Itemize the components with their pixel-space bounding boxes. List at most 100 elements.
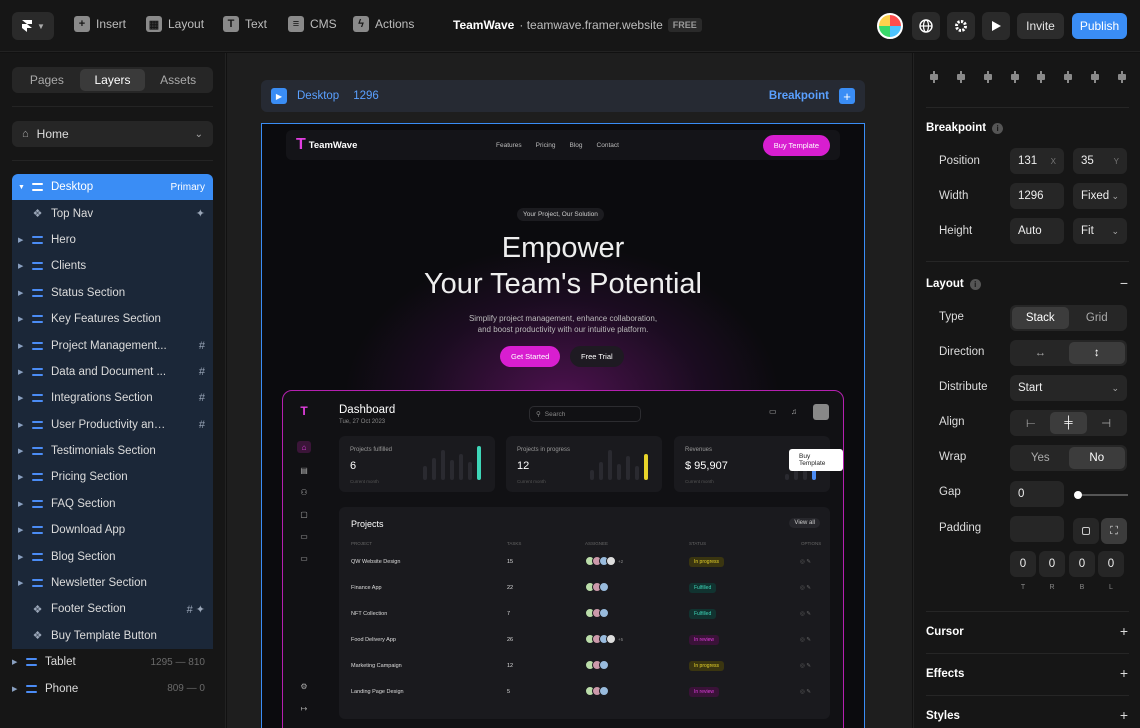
cursor-section-header[interactable]: Cursor	[926, 626, 964, 638]
nav-link-features[interactable]: Features	[496, 142, 522, 149]
view-all-link[interactable]: View all	[789, 518, 820, 528]
row-options-icons[interactable]: ◎ ✎	[800, 689, 811, 695]
tab-assets[interactable]: Assets	[145, 69, 211, 91]
table-row[interactable]: Marketing Campaign 12 In progress ◎ ✎	[351, 660, 821, 674]
layer-testimonials[interactable]: ▶ Testimonials Section	[12, 438, 213, 464]
table-row[interactable]: Finance App 22 Fulfilled ◎ ✎	[351, 582, 821, 596]
layer-faq[interactable]: ▶ FAQ Section	[12, 491, 213, 517]
desktop-frame[interactable]: T TeamWave Features Pricing Blog Contact …	[261, 123, 865, 728]
layout-button[interactable]: ▦ Layout	[146, 16, 204, 32]
row-options-icons[interactable]: ◎ ✎	[800, 663, 811, 669]
row-options-icons[interactable]: ◎ ✎	[800, 559, 811, 565]
collapse-layout-icon[interactable]: −	[1120, 275, 1128, 291]
get-started-button[interactable]: Get Started	[500, 346, 561, 367]
position-y-input[interactable]: 35 Y	[1073, 148, 1127, 174]
layer-hero[interactable]: ▶ Hero	[12, 227, 213, 253]
align-left-icon[interactable]	[928, 71, 940, 83]
distribute-select[interactable]: Start ⌄	[1010, 375, 1127, 401]
globe-button[interactable]	[912, 12, 940, 40]
type-grid-option[interactable]: Grid	[1069, 307, 1126, 329]
layer-phone[interactable]: ▶ Phone 809 — 0	[12, 675, 213, 701]
add-effect-icon[interactable]: +	[1120, 665, 1128, 681]
breakpoint-name[interactable]: Desktop	[297, 90, 339, 102]
row-options-icons[interactable]: ◎ ✎	[800, 637, 811, 643]
cms-button[interactable]: ≡ CMS	[288, 16, 337, 32]
height-mode-select[interactable]: Fit ⌄	[1073, 218, 1127, 244]
layer-data-document[interactable]: ▶ Data and Document ... #	[12, 359, 213, 385]
user-avatar[interactable]	[877, 13, 903, 39]
styles-section-header[interactable]: Styles	[926, 710, 960, 722]
direction-vertical-option[interactable]: ↕	[1068, 342, 1125, 364]
row-options-icons[interactable]: ◎ ✎	[800, 611, 811, 617]
padding-right-input[interactable]: 0	[1039, 551, 1065, 577]
add-style-icon[interactable]: +	[1120, 707, 1128, 723]
invite-button[interactable]: Invite	[1017, 13, 1064, 39]
padding-individual-button[interactable]: ⛶	[1101, 518, 1127, 544]
site-top-nav[interactable]: T TeamWave Features Pricing Blog Contact …	[286, 130, 840, 160]
wrap-no-option[interactable]: No	[1068, 447, 1125, 469]
align-end-option[interactable]: ⊣	[1087, 412, 1125, 434]
layer-newsletter[interactable]: ▶ Newsletter Section	[12, 570, 213, 596]
layer-status-section[interactable]: ▶ Status Section	[12, 280, 213, 306]
free-trial-button[interactable]: Free Trial	[570, 346, 624, 367]
padding-uniform-button[interactable]	[1073, 518, 1099, 544]
layer-download-app[interactable]: ▶ Download App	[12, 517, 213, 543]
width-mode-select[interactable]: Fixed ⌄	[1073, 183, 1127, 209]
layer-blog[interactable]: ▶ Blog Section	[12, 543, 213, 569]
tab-pages[interactable]: Pages	[14, 69, 80, 91]
site-title[interactable]: TeamWave · teamwave.framer.website FREE	[453, 18, 702, 32]
publish-button[interactable]: Publish	[1072, 13, 1127, 39]
row-options-icons[interactable]: ◎ ✎	[800, 585, 811, 591]
info-icon[interactable]: i	[969, 278, 981, 290]
layer-project-management[interactable]: ▶ Project Management... #	[12, 332, 213, 358]
dashboard-search[interactable]: ⚲ Search	[529, 406, 641, 422]
framer-menu-button[interactable]: ▼	[12, 12, 54, 40]
padding-input[interactable]	[1010, 516, 1064, 542]
padding-top-input[interactable]: 0	[1010, 551, 1036, 577]
align-start-option[interactable]: ⊢	[1012, 412, 1050, 434]
info-icon[interactable]: i	[992, 122, 1004, 134]
nav-link-contact[interactable]: Contact	[597, 142, 619, 149]
site-logo[interactable]: T TeamWave	[296, 136, 357, 154]
layer-buy-template-button[interactable]: ❖ Buy Template Button	[12, 623, 213, 649]
padding-bottom-input[interactable]: 0	[1069, 551, 1095, 577]
align-middle-icon[interactable]	[1035, 71, 1047, 83]
table-row[interactable]: Food Delivery App 26 +5 In review ◎ ✎	[351, 634, 821, 648]
add-cursor-icon[interactable]: +	[1120, 623, 1128, 639]
position-x-input[interactable]: 131 X	[1010, 148, 1064, 174]
layer-tablet[interactable]: ▶ Tablet 1295 — 810	[12, 649, 213, 675]
layer-key-features[interactable]: ▶ Key Features Section	[12, 306, 213, 332]
height-input[interactable]: Auto	[1010, 218, 1064, 244]
buy-template-tooltip[interactable]: Buy Template	[789, 449, 843, 471]
wrap-yes-option[interactable]: Yes	[1012, 447, 1069, 469]
nav-link-blog[interactable]: Blog	[570, 142, 583, 149]
layer-clients[interactable]: ▶ Clients	[12, 253, 213, 279]
align-bottom-icon[interactable]	[1062, 71, 1074, 83]
add-breakpoint-label[interactable]: Breakpoint	[769, 90, 829, 102]
align-right-icon[interactable]	[982, 71, 994, 83]
actions-button[interactable]: ϟ Actions	[353, 16, 414, 32]
page-selector[interactable]: ⌂ Home ⌄	[12, 121, 213, 147]
distribute-v-icon[interactable]	[1116, 71, 1128, 83]
plus-icon[interactable]: +	[839, 88, 855, 104]
padding-left-input[interactable]: 0	[1098, 551, 1124, 577]
buy-template-button[interactable]: Buy Template	[762, 134, 830, 156]
align-top-icon[interactable]	[1009, 71, 1021, 83]
layer-footer[interactable]: ❖ Footer Section # ✦	[12, 596, 213, 622]
width-input[interactable]: 1296	[1010, 183, 1064, 209]
canvas[interactable]: ▶ Desktop 1296 Breakpoint + T TeamWave Fe…	[227, 53, 912, 728]
layer-pricing[interactable]: ▶ Pricing Section	[12, 464, 213, 490]
table-row[interactable]: NFT Collection 7 Fulfilled ◎ ✎	[351, 608, 821, 622]
gap-slider[interactable]	[1074, 491, 1128, 499]
table-row[interactable]: Landing Page Design 5 In review ◎ ✎	[351, 686, 821, 700]
gap-input[interactable]: 0	[1010, 481, 1064, 507]
align-center-h-icon[interactable]	[955, 71, 967, 83]
nav-link-pricing[interactable]: Pricing	[536, 142, 556, 149]
layer-integrations[interactable]: ▶ Integrations Section #	[12, 385, 213, 411]
table-row[interactable]: QW Website Design 15 +2 In progress ◎ ✎	[351, 556, 821, 570]
layer-top-nav[interactable]: ❖ Top Nav ✦	[12, 200, 213, 226]
effects-section-header[interactable]: Effects	[926, 668, 964, 680]
preview-button[interactable]	[982, 12, 1010, 40]
text-button[interactable]: T Text	[223, 16, 267, 32]
layer-user-productivity[interactable]: ▶ User Productivity and... #	[12, 412, 213, 438]
